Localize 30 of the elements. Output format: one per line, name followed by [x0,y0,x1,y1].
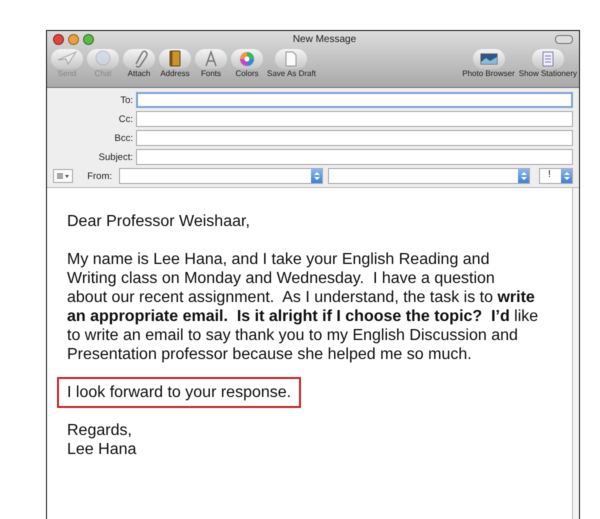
minimize-button[interactable] [68,34,79,44]
stepper-arrows-icon [314,171,320,181]
field-label: Bcc: [114,132,133,144]
input-field[interactable] [136,92,573,108]
signature-popup[interactable] [328,168,530,184]
format-menu-button[interactable] [53,169,73,183]
scrollbar[interactable] [572,188,579,519]
body-paragraph: My name is Lee Hana, and I take your English Reading and Writing class on Monday and Wednesday. I have a question about our recent assignment. As I understand, the task is to write an appropriate email. Is it alright if I choose the topic? I’d like to write an email to say thank you to my English Discussion and Presentation professor because she helped me so much. [67,250,539,364]
priority-popup[interactable]: ! [539,168,573,184]
stepper-arrows-icon [520,171,526,181]
toolbar-toggle-button[interactable] [555,34,573,44]
field-label: From: [86,170,112,182]
field-label: Subject: [98,152,133,162]
input-field[interactable] [136,149,573,165]
field-label: Cc: [118,114,133,124]
input-field[interactable] [136,130,573,146]
toolbar-button[interactable]: Save As Draft [267,49,316,78]
from-popup[interactable] [119,168,323,184]
close-button[interactable] [53,34,64,44]
window-title: New Message [292,34,358,44]
body-paragraph: Regards, Lee Hana [67,421,138,459]
field-label: To: [119,94,133,106]
toolbar-button[interactable]: Show Stationery [518,49,577,78]
body-paragraph: I look forward to your response. [57,377,302,408]
input-field[interactable] [136,111,573,127]
body-paragraph: Dear Professor Weishaar, [67,212,251,231]
toolbar-button[interactable]: Photo Browser [462,49,515,78]
stepper-arrows-icon [564,171,570,181]
zoom-button[interactable] [83,34,94,44]
list-menu-icon [56,172,70,180]
